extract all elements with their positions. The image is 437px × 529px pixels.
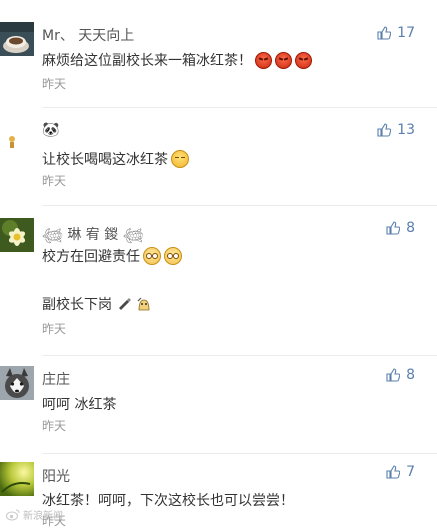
timestamp: 昨天 bbox=[42, 322, 67, 336]
weibo-logo-icon bbox=[6, 509, 20, 520]
username[interactable]: 庄庄 bbox=[42, 369, 70, 389]
small-figure-avatar[interactable] bbox=[0, 122, 34, 156]
like-count: 8 bbox=[406, 367, 415, 383]
thumbs-up-icon bbox=[377, 26, 392, 40]
like-count: 17 bbox=[397, 25, 415, 41]
like-count: 13 bbox=[397, 122, 415, 138]
username[interactable]: 🐼 bbox=[42, 122, 59, 138]
comment-item: Mr、 天天向上 17 麻烦给这位副校长来一箱冰红茶！ 昨天 bbox=[0, 0, 437, 108]
smug-face-icon bbox=[171, 150, 189, 168]
username[interactable]: Mr、 天天向上 bbox=[42, 25, 134, 45]
comment-item: 阳光 7 冰红茶！呵呵，下次这校长也可以尝尝！ 昨天 bbox=[0, 454, 437, 528]
watermark: 新浪新闻 bbox=[6, 507, 63, 522]
timestamp: 昨天 bbox=[42, 419, 67, 433]
comment-item: 庄庄 8 呵呵 冰红茶 昨天 bbox=[0, 356, 437, 454]
comment-text: 呵呵 冰红茶 bbox=[42, 397, 117, 413]
angry-face-icon bbox=[275, 51, 292, 69]
pen-icon bbox=[119, 298, 131, 310]
comment-text-line2: 副校长下岗 bbox=[42, 294, 152, 314]
thumbs-up-icon bbox=[377, 123, 392, 137]
thumbs-up-icon bbox=[386, 465, 401, 479]
like-button[interactable]: 7 bbox=[386, 464, 415, 480]
sunlight-leaf-avatar[interactable] bbox=[0, 462, 34, 496]
blank-face-icon bbox=[164, 247, 182, 265]
like-button[interactable]: 8 bbox=[386, 220, 415, 236]
like-count: 7 bbox=[406, 464, 415, 480]
thumbs-up-icon bbox=[386, 368, 401, 382]
comment-item: 🐼 13 让校长喝喝这冰红茶 昨天 bbox=[0, 108, 437, 206]
like-button[interactable]: 17 bbox=[377, 25, 415, 41]
flower-avatar[interactable] bbox=[0, 218, 34, 252]
comment-text: 冰红茶！呵呵，下次这校长也可以尝尝！ bbox=[42, 493, 294, 509]
like-count: 8 bbox=[406, 220, 415, 236]
comment-text: 麻烦给这位副校长来一箱冰红茶！ bbox=[42, 50, 312, 70]
thumbs-up-icon bbox=[386, 221, 401, 235]
timestamp: 昨天 bbox=[42, 174, 67, 188]
username[interactable]: 阳光 bbox=[42, 466, 70, 486]
watermark-text: 新浪新闻 bbox=[23, 511, 63, 522]
like-button[interactable]: 13 bbox=[377, 122, 415, 138]
username[interactable]: 𓆉 琳 宥 鍐 𓆉 bbox=[42, 220, 144, 244]
comment-text: 让校长喝喝这冰红茶 bbox=[42, 149, 189, 169]
like-button[interactable]: 8 bbox=[386, 367, 415, 383]
timestamp: 昨天 bbox=[42, 77, 67, 91]
husky-dog-avatar[interactable] bbox=[0, 366, 34, 400]
ghost-icon bbox=[137, 297, 150, 311]
angry-face-icon bbox=[255, 51, 272, 69]
angry-face-icon bbox=[295, 51, 312, 69]
coffee-cup-avatar[interactable] bbox=[0, 22, 34, 56]
comment-item: 𓆉 琳 宥 鍐 𓆉 8 校方在回避责任 副校长下岗 昨天 bbox=[0, 206, 437, 356]
comment-text: 校方在回避责任 bbox=[42, 246, 182, 266]
blank-face-icon bbox=[143, 247, 161, 265]
